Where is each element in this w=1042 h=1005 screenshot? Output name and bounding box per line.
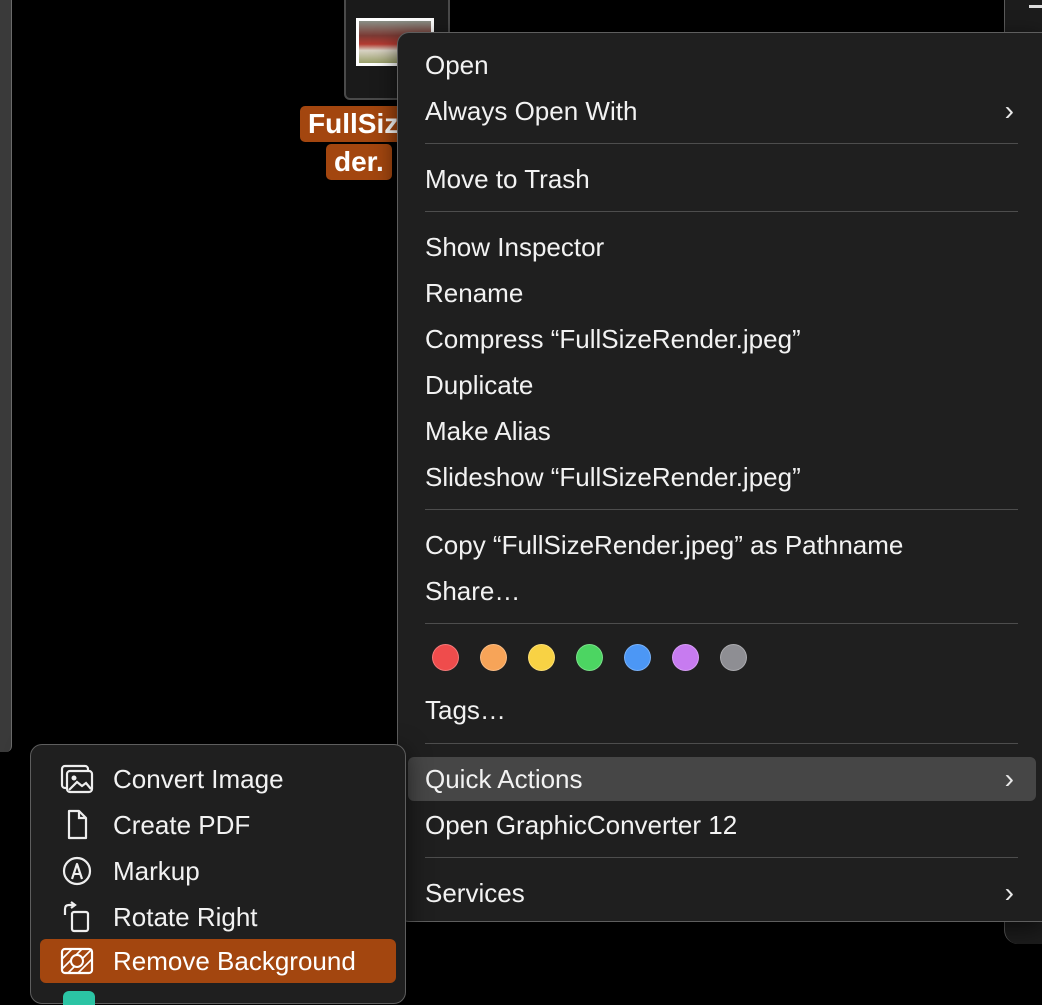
menu-item-label: Copy “FullSizeRender.jpeg” as Pathname xyxy=(425,530,904,560)
menu-item-share[interactable]: Share… xyxy=(408,569,1036,613)
chevron-right-icon: › xyxy=(1004,763,1014,794)
rotate-right-icon xyxy=(63,901,90,933)
quick-action-label: Rotate Right xyxy=(113,902,258,932)
quick-action-label: Markup xyxy=(113,856,200,886)
menu-item-slideshow[interactable]: Slideshow “FullSizeRender.jpeg” xyxy=(408,455,1036,499)
menu-separator xyxy=(425,509,1018,510)
menu-item-label: Open GraphicConverter 12 xyxy=(425,810,738,840)
menu-item-rename[interactable]: Rename xyxy=(408,271,1036,315)
document-icon xyxy=(67,809,88,840)
menu-item-label: Open xyxy=(425,50,489,80)
menu-item-label: Make Alias xyxy=(425,416,551,446)
left-window-edge xyxy=(0,0,12,752)
quick-action-create-pdf[interactable]: Create PDF xyxy=(40,803,396,847)
chevron-right-icon: › xyxy=(1004,95,1014,126)
quick-actions-submenu: Convert Image Create PDF Markup Rotate R… xyxy=(30,744,406,1005)
quick-action-label: Create PDF xyxy=(113,810,251,840)
menu-separator xyxy=(425,743,1018,744)
menu-item-compress[interactable]: Compress “FullSizeRender.jpeg” xyxy=(408,317,1036,361)
menu-item-show-inspector[interactable]: Show Inspector xyxy=(408,225,1036,269)
menu-item-label: Services xyxy=(425,878,525,908)
menu-item-copy-pathname[interactable]: Copy “FullSizeRender.jpeg” as Pathname xyxy=(408,523,1036,567)
menu-item-tags[interactable]: Tags… xyxy=(408,688,1036,732)
quick-action-convert-image[interactable]: Convert Image xyxy=(40,757,396,801)
quick-action-remove-background[interactable]: Remove Background xyxy=(40,939,396,983)
menu-separator xyxy=(425,623,1018,624)
menu-item-quick-actions[interactable]: Quick Actions › xyxy=(408,757,1036,801)
menu-item-services[interactable]: Services › xyxy=(408,871,1036,915)
quick-action-label: Convert Image xyxy=(113,764,284,794)
tag-purple-dot[interactable] xyxy=(672,644,699,671)
menu-item-label: Share… xyxy=(425,576,521,606)
tag-blue-dot[interactable] xyxy=(624,644,651,671)
tag-green-dot[interactable] xyxy=(576,644,603,671)
menu-item-label: Duplicate xyxy=(425,370,534,400)
markup-pen-icon xyxy=(62,856,92,886)
menu-item-label: Tags… xyxy=(425,695,506,725)
quick-action-label: Remove Background xyxy=(113,946,356,976)
tag-orange-dot[interactable] xyxy=(480,644,507,671)
menu-separator xyxy=(425,857,1018,858)
image-stack-icon xyxy=(60,764,94,794)
menu-item-move-to-trash[interactable]: Move to Trash xyxy=(408,157,1036,201)
menu-item-label: Quick Actions xyxy=(425,764,583,794)
menu-separator xyxy=(425,143,1018,144)
menu-separator xyxy=(425,211,1018,212)
tag-yellow-dot[interactable] xyxy=(528,644,555,671)
menu-item-always-open-with[interactable]: Always Open With › xyxy=(408,89,1036,133)
menu-item-duplicate[interactable]: Duplicate xyxy=(408,363,1036,407)
minus-icon[interactable] xyxy=(1029,5,1042,8)
menu-item-label: Slideshow “FullSizeRender.jpeg” xyxy=(425,462,801,492)
menu-item-make-alias[interactable]: Make Alias xyxy=(408,409,1036,453)
menu-item-label: Always Open With xyxy=(425,96,638,126)
tag-gray-dot[interactable] xyxy=(720,644,747,671)
file-name-label-line1[interactable]: FullSiz xyxy=(300,106,407,142)
menu-item-label: Show Inspector xyxy=(425,232,605,262)
menu-item-open[interactable]: Open xyxy=(408,43,1036,87)
quick-action-markup[interactable]: Markup xyxy=(40,849,396,893)
remove-background-icon xyxy=(60,947,94,975)
menu-item-label: Rename xyxy=(425,278,524,308)
menu-item-label: Compress “FullSizeRender.jpeg” xyxy=(425,324,801,354)
partial-app-icon xyxy=(63,991,95,1005)
context-menu: Open Always Open With › Move to Trash Sh… xyxy=(397,32,1042,922)
menu-item-label: Move to Trash xyxy=(425,164,590,194)
chevron-right-icon: › xyxy=(1004,877,1014,908)
menu-item-open-graphicconverter[interactable]: Open GraphicConverter 12 xyxy=(408,803,1036,847)
file-name-label-line2[interactable]: der. xyxy=(326,144,392,180)
quick-action-rotate-right[interactable]: Rotate Right xyxy=(40,895,396,939)
tag-red-dot[interactable] xyxy=(432,644,459,671)
